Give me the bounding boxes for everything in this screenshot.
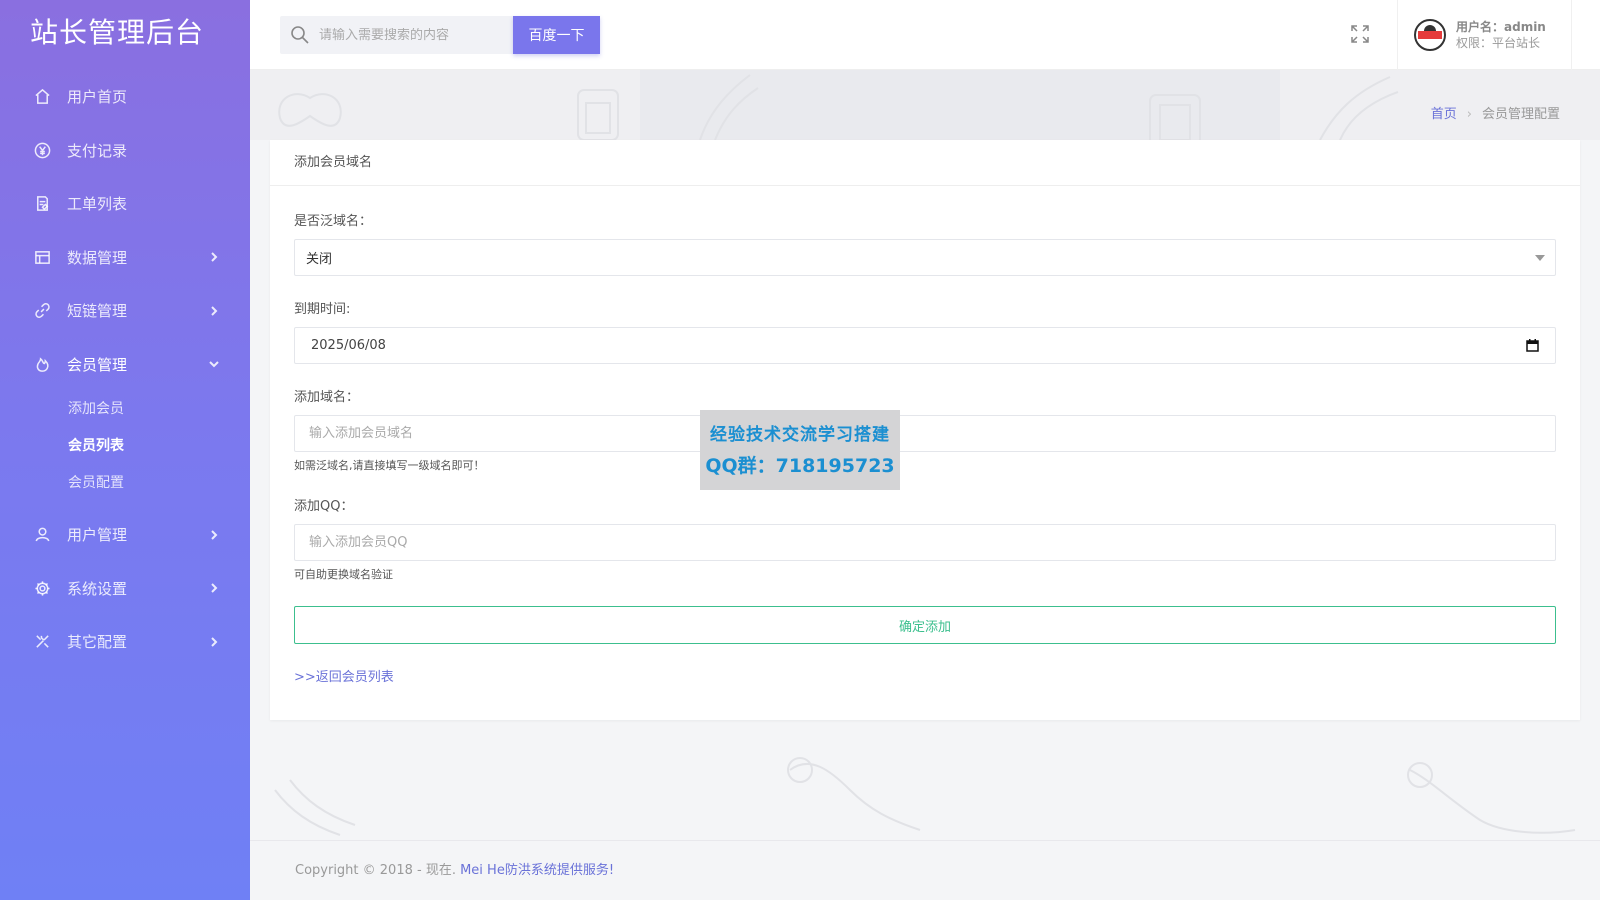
sidebar-item-settings[interactable]: 系统设置: [0, 562, 250, 616]
database-icon: [33, 248, 51, 266]
domain-help-text: 如需泛域名,请直接填写一级域名即可！: [294, 459, 485, 472]
confirm-add-button[interactable]: 确定添加: [294, 606, 1556, 644]
search-input[interactable]: [319, 27, 504, 43]
wildcard-label: 是否泛域名：: [294, 214, 373, 229]
breadcrumb-current: 会员管理配置: [1481, 107, 1560, 122]
search-icon: [290, 25, 310, 45]
link-icon: [33, 302, 51, 320]
home-icon: [33, 88, 51, 106]
sidebar-item-label: 系统设置: [67, 579, 128, 598]
sidebar-subitem-member-list[interactable]: 会员列表: [0, 428, 250, 465]
qq-label: 添加QQ：: [294, 499, 354, 514]
qq-input[interactable]: [294, 524, 1556, 561]
chevron-right-icon: [208, 305, 220, 317]
sidebar-item-label: 工单列表: [67, 195, 128, 214]
nunchuk-decoration-icon: [1407, 762, 1576, 834]
form-body: 是否泛域名： 关闭 到期时间: 2025/06/08 添加域名： 如需泛域名,请…: [270, 186, 1580, 685]
watermark-line2: QQ群：718195723: [705, 455, 895, 477]
chevron-right-icon: [208, 582, 220, 594]
domain-input[interactable]: [294, 415, 1556, 452]
sidebar-item-tickets[interactable]: 工单列表: [0, 177, 250, 231]
domain-group: 添加域名： 如需泛域名,请直接填写一级域名即可！: [294, 386, 1556, 473]
expire-date-value: 2025/06/08: [311, 338, 386, 353]
yen-icon: [33, 141, 51, 159]
brand-title: 站长管理后台: [30, 16, 205, 49]
sidebar-item-label: 其它配置: [67, 633, 128, 652]
domain-label: 添加域名：: [294, 390, 360, 405]
user-info: 用户名：admin 权限：平台站长: [1456, 19, 1546, 51]
breadcrumb: 首页 › 会员管理配置: [1431, 103, 1560, 122]
background-banner: [250, 70, 1600, 140]
ticket-icon: [33, 195, 51, 213]
avatar: [1414, 19, 1446, 51]
footer: Copyright © 2018 - 现在. Mei He防洪系统提供服务!: [250, 840, 1600, 900]
main-content: 首页 › 会员管理配置 添加会员域名 是否泛域名： 关闭 到期时间: 2025/06…: [250, 70, 1600, 900]
nunchuk-decoration-icon: [787, 757, 921, 831]
sidebar-subitem-member-config[interactable]: 会员配置: [0, 465, 250, 502]
add-member-domain-card: 添加会员域名 是否泛域名： 关闭 到期时间: 2025/06/08 添加域名： …: [270, 140, 1580, 720]
console-decoration-icon: [1149, 94, 1201, 140]
qq-help-text: 可自助更换域名验证: [294, 568, 393, 581]
watermark-line1: 经验技术交流学习搭建: [710, 425, 890, 445]
user-icon: [33, 526, 51, 544]
back-to-member-list-link[interactable]: >>返回会员列表: [294, 666, 394, 685]
sidebar-item-label: 会员管理: [67, 355, 128, 374]
top-header: 百度一下 用户名：admin 权限：平台站长: [250, 0, 1600, 70]
sidebar-item-data[interactable]: 数据管理: [0, 231, 250, 285]
card-title: 添加会员域名: [270, 140, 1580, 186]
members-subnav: 添加会员 会员列表 会员配置: [0, 391, 250, 508]
copyright-text: Copyright © 2018 - 现在.: [295, 863, 461, 878]
caret-down-icon: [1535, 255, 1545, 261]
sidebar-item-home[interactable]: 用户首页: [0, 70, 250, 124]
sidebar-item-users[interactable]: 用户管理: [0, 508, 250, 562]
chevron-right-icon: [208, 636, 220, 648]
sidebar-subitem-add-member[interactable]: 添加会员: [0, 391, 250, 428]
sidebar-nav: 用户首页 支付记录 工单列表 数据管理 短链管理 会员管理 添加会员 会员列表 …: [0, 70, 250, 669]
sidebar-item-payments[interactable]: 支付记录: [0, 124, 250, 178]
expire-date-input[interactable]: 2025/06/08: [294, 327, 1556, 364]
fullscreen-icon[interactable]: [1350, 24, 1370, 44]
chevron-right-icon: [208, 251, 220, 263]
user-menu[interactable]: 用户名：admin 权限：平台站长: [1397, 0, 1572, 70]
gamepad-decoration-icon: [278, 93, 342, 127]
wildcard-group: 是否泛域名： 关闭: [294, 210, 1556, 276]
breadcrumb-separator-icon: ›: [1466, 107, 1472, 122]
console-decoration-icon: [577, 89, 619, 140]
search-box: [280, 16, 513, 54]
sidebar-item-label: 数据管理: [67, 248, 128, 267]
user-name: 用户名：admin: [1456, 20, 1546, 34]
breadcrumb-home[interactable]: 首页: [1431, 107, 1457, 122]
qq-group: 添加QQ： 可自助更换域名验证: [294, 495, 1556, 582]
sidebar: 站长管理后台 用户首页 支付记录 工单列表 数据管理 短链管理 会员管理 添加会…: [0, 0, 250, 900]
sidebar-item-label: 用户首页: [67, 88, 128, 107]
footer-brand-link[interactable]: Mei He防洪系统提供服务!: [460, 863, 614, 878]
chevron-down-icon: [208, 358, 220, 370]
user-role: 权限：平台站长: [1456, 36, 1541, 50]
watermark-overlay: 经验技术交流学习搭建 QQ群：718195723: [700, 410, 900, 490]
tools-icon: [33, 633, 51, 651]
expire-group: 到期时间: 2025/06/08: [294, 298, 1556, 364]
calendar-icon[interactable]: [1526, 339, 1539, 352]
expire-label: 到期时间:: [294, 302, 351, 317]
sidebar-item-label: 支付记录: [67, 141, 128, 160]
gear-icon: [33, 579, 51, 597]
search-button[interactable]: 百度一下: [513, 16, 600, 54]
remote-decoration-icon: [274, 779, 356, 836]
remote-decoration-icon: [699, 74, 759, 140]
sidebar-item-shortlinks[interactable]: 短链管理: [0, 284, 250, 338]
wildcard-select[interactable]: 关闭: [294, 239, 1556, 276]
remote-decoration-icon: [1319, 76, 1399, 140]
sidebar-item-members[interactable]: 会员管理: [0, 338, 250, 392]
sidebar-item-other-config[interactable]: 其它配置: [0, 615, 250, 669]
wildcard-selected-value: 关闭: [306, 252, 333, 267]
sidebar-item-label: 用户管理: [67, 526, 128, 545]
sidebar-item-label: 短链管理: [67, 302, 128, 321]
fire-icon: [33, 355, 51, 373]
chevron-right-icon: [208, 529, 220, 541]
